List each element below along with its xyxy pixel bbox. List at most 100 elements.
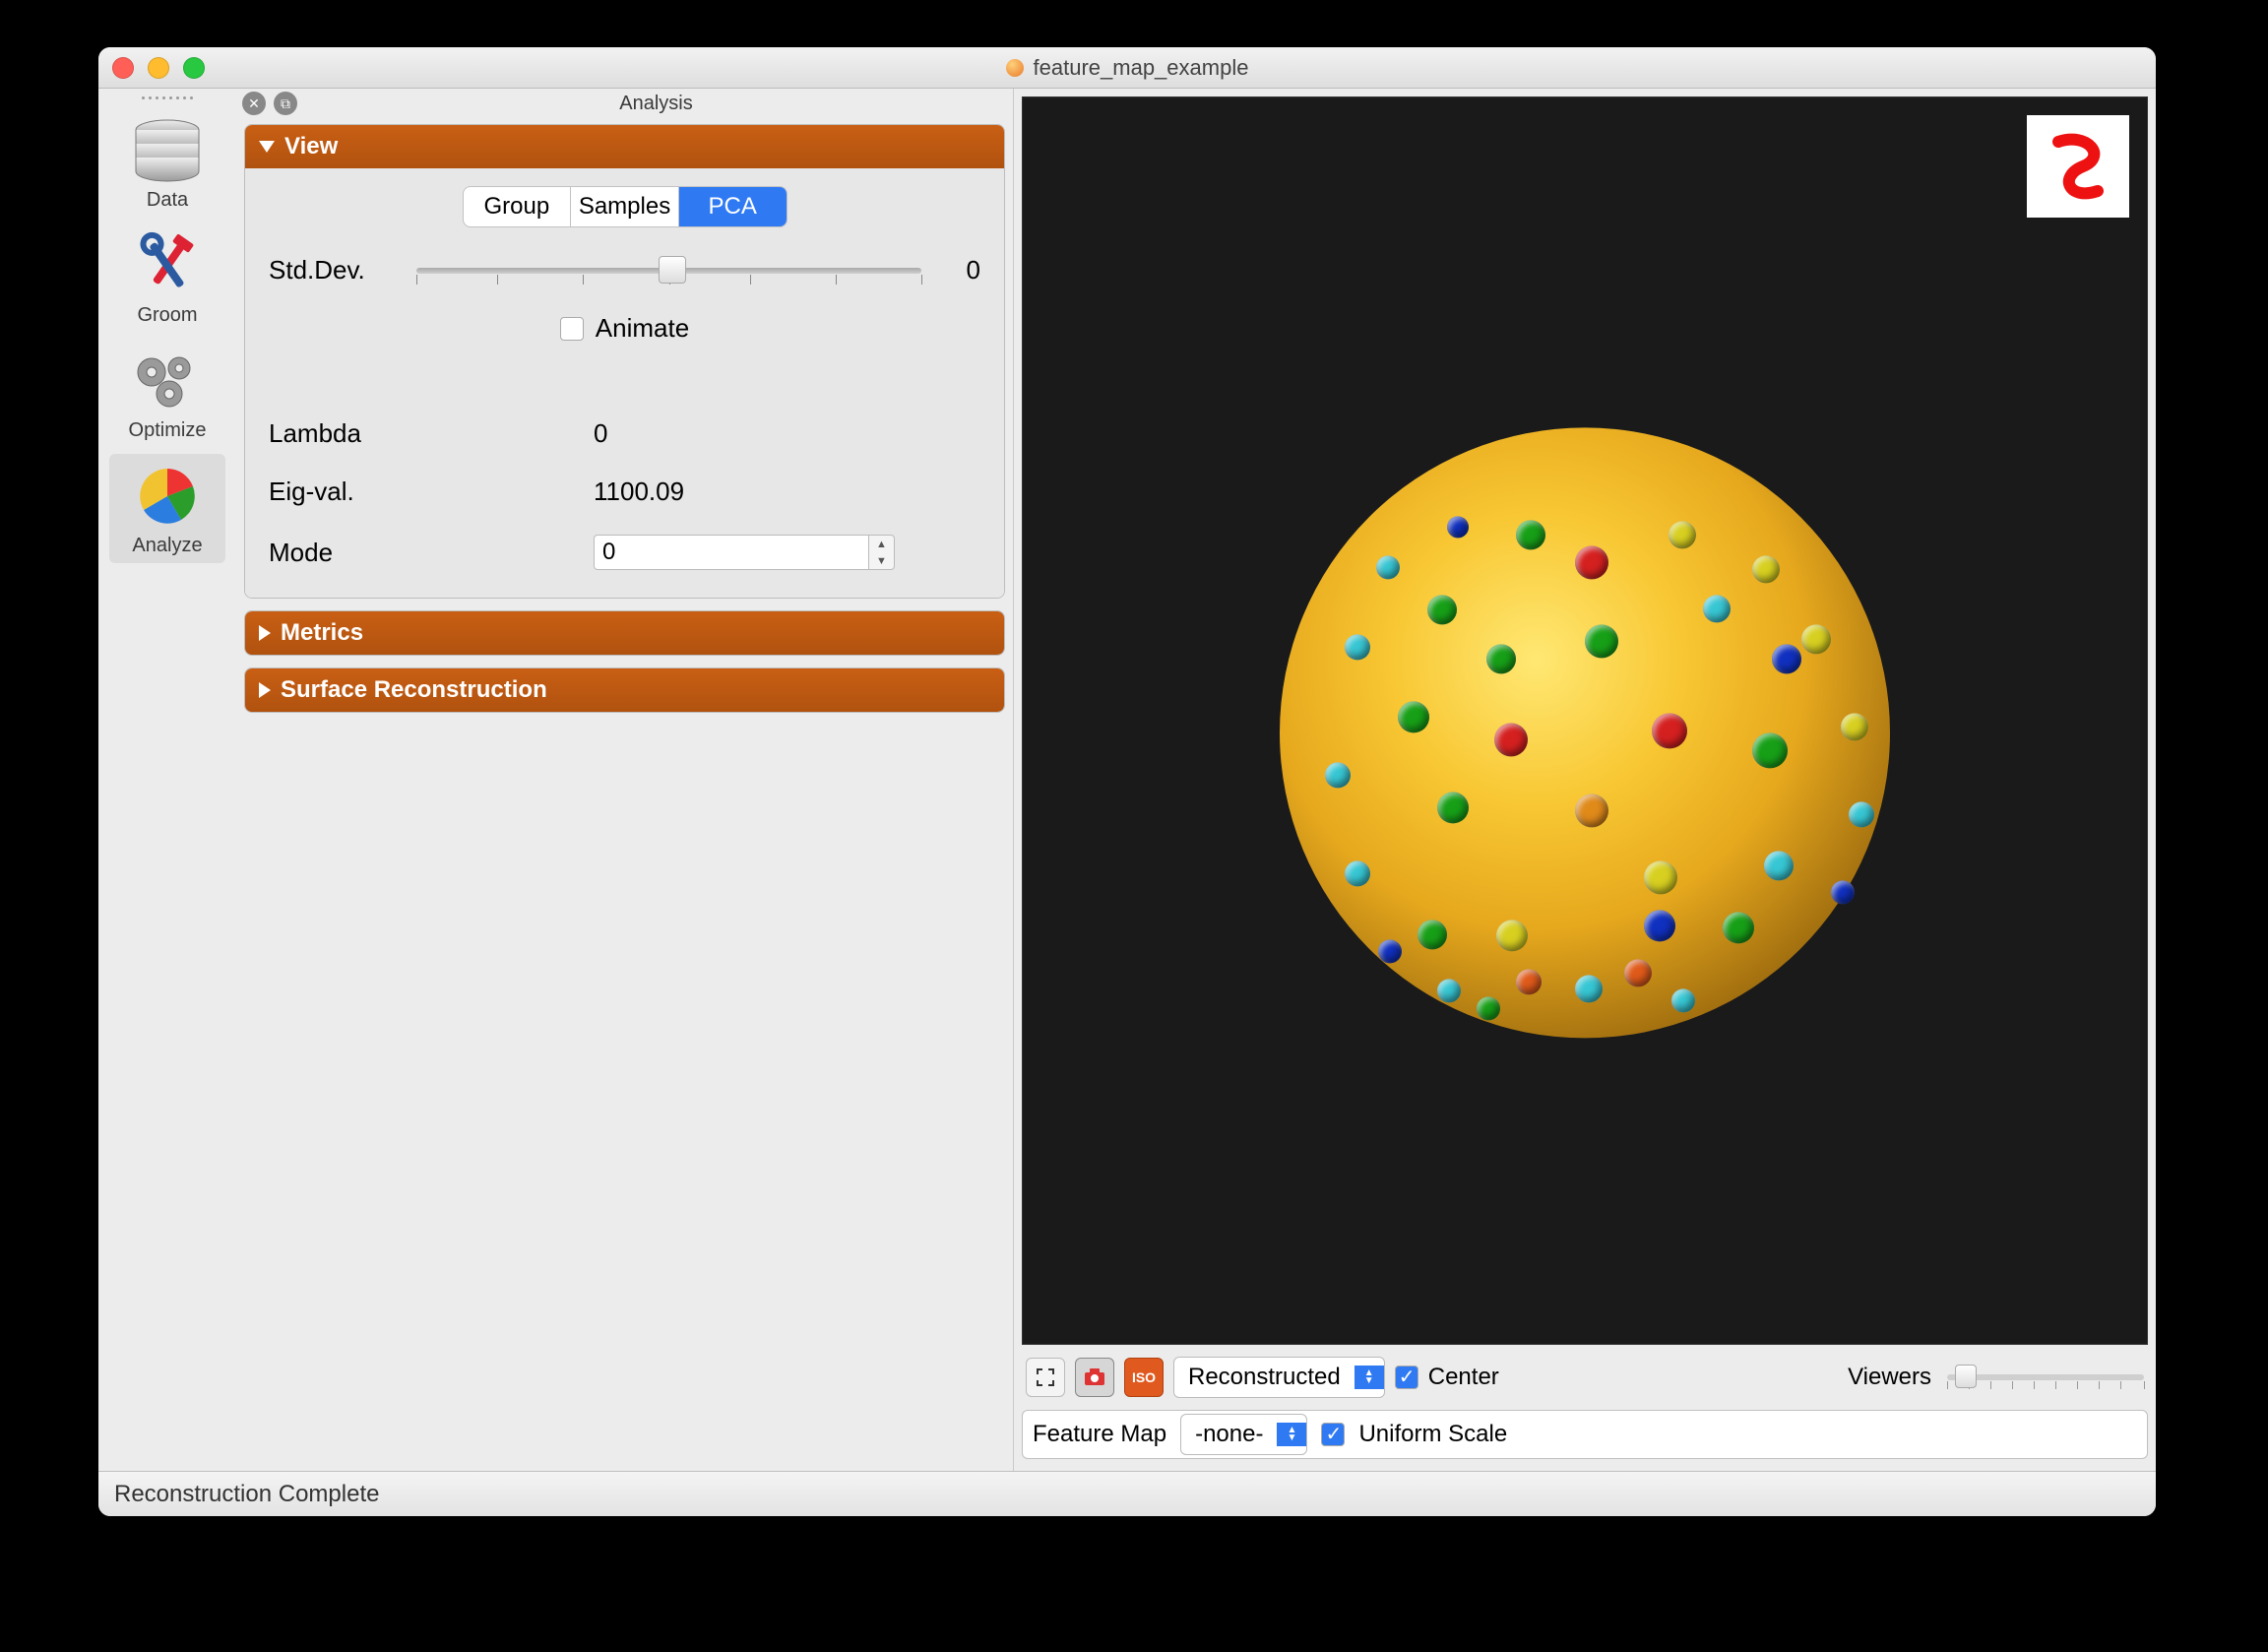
slider-thumb[interactable] [659, 256, 686, 284]
feature-point [1723, 912, 1754, 943]
section-view-body: Group Samples PCA Std.Dev. 0 [245, 168, 1004, 598]
camera-mode-button[interactable] [1075, 1358, 1114, 1397]
feature-point [1427, 595, 1457, 624]
feature-point [1325, 762, 1351, 788]
analysis-panel: ✕ ⧉ Analysis View Group Samples PCA Std. [236, 89, 1014, 1471]
chevron-right-icon [259, 682, 271, 698]
zoom-window-button[interactable] [183, 57, 205, 79]
close-window-button[interactable] [112, 57, 134, 79]
feature-point [1752, 555, 1780, 583]
feature-map-value: -none- [1181, 1415, 1277, 1454]
feature-point [1378, 939, 1402, 963]
lambda-row: Lambda 0 [269, 418, 980, 449]
mode-label: Groom [137, 304, 197, 326]
viewer-toolbar: ISO Reconstructed ▲▼ Center Viewers [1022, 1353, 2148, 1402]
view-mode-select[interactable]: Reconstructed ▲▼ [1173, 1357, 1385, 1398]
view-tabs: Group Samples PCA [463, 186, 788, 227]
section-title: Surface Reconstruction [281, 676, 547, 704]
window-title: feature_map_example [1006, 55, 1249, 81]
uniform-scale-checkbox[interactable] [1321, 1423, 1345, 1446]
viewers-slider[interactable] [1947, 1374, 2144, 1380]
feature-point [1752, 732, 1788, 768]
feature-point [1477, 996, 1500, 1020]
section-view-header[interactable]: View [245, 125, 1004, 168]
mode-label: Data [147, 189, 188, 211]
section-metrics-header[interactable]: Metrics [245, 611, 1004, 655]
feature-point [1398, 701, 1429, 732]
feature-point [1376, 555, 1400, 579]
tab-group[interactable]: Group [464, 187, 572, 226]
mode-input[interactable] [594, 535, 869, 570]
section-title: Metrics [281, 619, 363, 647]
mode-optimize[interactable]: Optimize [109, 339, 225, 448]
mode-data[interactable]: Data [109, 108, 225, 218]
feature-point [1516, 520, 1545, 549]
window-title-text: feature_map_example [1034, 55, 1249, 81]
fit-view-button[interactable] [1026, 1358, 1065, 1397]
feature-map-label: Feature Map [1033, 1421, 1166, 1448]
titlebar: feature_map_example [98, 47, 2156, 89]
panel-header: ✕ ⧉ Analysis [236, 89, 1013, 118]
viewers-label: Viewers [1848, 1364, 1931, 1391]
tab-samples[interactable]: Samples [571, 187, 679, 226]
eigval-label: Eig-val. [269, 477, 397, 507]
mode-label: Analyze [132, 535, 202, 556]
app-body: Data Groom [98, 89, 2156, 1471]
feature-point [1345, 860, 1370, 886]
section-view: View Group Samples PCA Std.Dev. 0 [244, 124, 1005, 599]
piechart-icon [128, 462, 207, 531]
app-window: feature_map_example Data [98, 47, 2156, 1516]
chevron-down-icon [259, 141, 275, 153]
feature-point [1652, 713, 1687, 748]
feature-point [1831, 880, 1855, 904]
tab-pca[interactable]: PCA [679, 187, 787, 226]
panel-close-icon[interactable]: ✕ [242, 92, 266, 115]
feature-map-select[interactable]: -none- ▲▼ [1180, 1414, 1307, 1455]
panel-title: Analysis [305, 93, 1007, 115]
feature-point [1669, 521, 1696, 548]
eigval-row: Eig-val. 1100.09 [269, 477, 980, 507]
tools-icon [128, 231, 207, 300]
feature-point [1841, 713, 1868, 740]
dropdown-arrows-icon: ▲▼ [1277, 1423, 1306, 1446]
mode-label: Mode [269, 538, 397, 568]
animate-label: Animate [596, 313, 689, 344]
mode-groom[interactable]: Groom [109, 223, 225, 333]
viewport-3d[interactable] [1022, 96, 2148, 1345]
app-icon [1006, 59, 1024, 77]
feature-point [1772, 644, 1801, 673]
feature-point [1418, 920, 1447, 949]
mode-analyze[interactable]: Analyze [109, 454, 225, 563]
main-sphere [1280, 427, 1890, 1038]
section-title: View [284, 133, 338, 160]
feature-point [1624, 959, 1652, 986]
center-label: Center [1428, 1364, 1499, 1391]
animate-checkbox[interactable] [560, 317, 584, 341]
chevron-right-icon [259, 625, 271, 641]
lambda-label: Lambda [269, 418, 397, 449]
feature-point [1575, 545, 1608, 579]
feature-point [1644, 860, 1677, 894]
mode-toolbar: Data Groom [98, 89, 236, 1471]
mode-stepper[interactable]: ▲▼ [869, 535, 895, 570]
mode-spinner: ▲▼ [594, 535, 895, 570]
minimize-window-button[interactable] [148, 57, 169, 79]
panel-grip[interactable] [134, 93, 201, 102]
status-message: Reconstruction Complete [114, 1481, 379, 1508]
panel-popout-icon[interactable]: ⧉ [274, 92, 297, 115]
feature-point [1345, 634, 1370, 660]
slider-thumb[interactable] [1955, 1365, 1977, 1388]
section-surface-header[interactable]: Surface Reconstruction [245, 668, 1004, 712]
iso-view-button[interactable]: ISO [1124, 1358, 1164, 1397]
mode-row: Mode ▲▼ [269, 535, 980, 570]
feature-point [1575, 794, 1608, 827]
gears-icon [128, 347, 207, 415]
feature-point [1496, 920, 1528, 951]
center-checkbox[interactable] [1395, 1366, 1418, 1389]
stddev-slider[interactable] [416, 268, 921, 274]
feature-point [1437, 792, 1469, 823]
database-icon [128, 116, 207, 185]
status-bar: Reconstruction Complete [98, 1471, 2156, 1516]
view-mode-value: Reconstructed [1174, 1358, 1354, 1397]
feature-point [1644, 910, 1675, 941]
